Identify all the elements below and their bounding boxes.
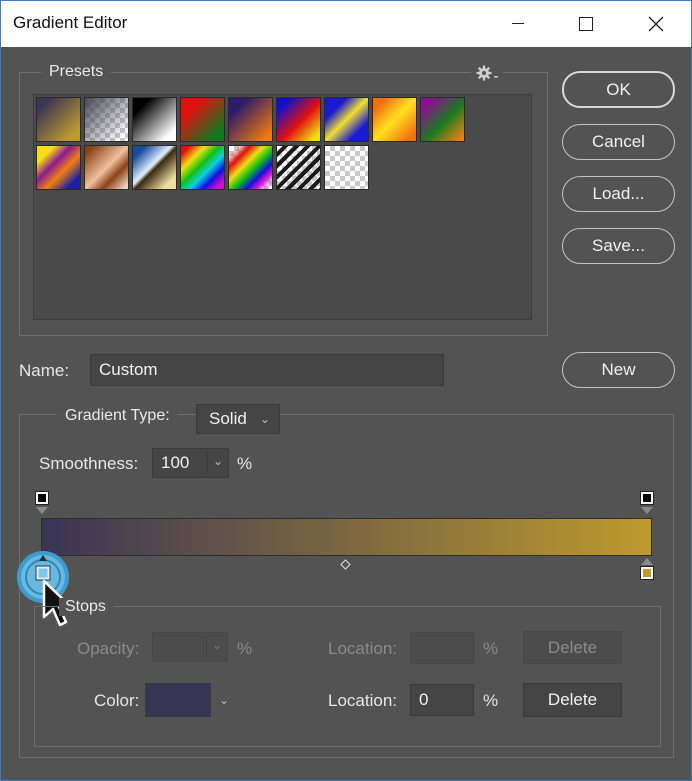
load-button[interactable]: Load... (562, 176, 675, 212)
stops-legend: Stops (59, 598, 114, 616)
smoothness-value: 100 (161, 453, 190, 472)
preset-violet-orange[interactable] (228, 97, 273, 142)
preset-chrome[interactable] (132, 145, 177, 190)
opacity-location-label: Location: (328, 639, 397, 658)
color-swatch-button[interactable] (145, 683, 211, 717)
opacity-location-percent: % (483, 639, 499, 658)
gradient-type-label: Gradient Type: (57, 407, 178, 425)
diamond-icon (340, 559, 351, 570)
preset-blue-red-yellow[interactable] (276, 97, 321, 142)
preset-black-white[interactable] (132, 97, 177, 142)
new-button[interactable]: New (562, 352, 675, 388)
preset-red-green[interactable] (180, 97, 225, 142)
preset-spectrum[interactable] (180, 145, 225, 190)
gradient-type-value: Solid (209, 409, 247, 428)
minimize-button[interactable] (495, 1, 541, 47)
color-delete-button[interactable]: Delete (523, 683, 622, 717)
save-button[interactable]: Save... (562, 228, 675, 264)
title-bar: Gradient Editor (1, 1, 691, 47)
preset-transparent-stripes[interactable] (276, 145, 321, 190)
preset-transparent[interactable] (324, 145, 369, 190)
smoothness-chevron-icon[interactable]: ⌄ (213, 454, 223, 468)
presets-grid (33, 94, 532, 320)
opacity-percent: % (237, 639, 253, 658)
preset-foreground-to-background[interactable] (36, 97, 81, 142)
opacity-stop-icon (640, 491, 654, 514)
stops-panel (34, 606, 661, 747)
preset-violet-green-orange[interactable] (420, 97, 465, 142)
presets-menu-button[interactable] (471, 63, 503, 83)
minimize-icon (512, 22, 524, 24)
color-location-label: Location: (328, 691, 397, 710)
smoothness-input[interactable]: 100 ⌄ (152, 448, 229, 478)
smoothness-label: Smoothness: (39, 454, 139, 473)
opacity-location-input[interactable] (410, 632, 474, 664)
color-chevron-down-icon[interactable]: ⌄ (219, 693, 229, 707)
name-label: Name: (19, 361, 70, 380)
name-input[interactable]: Custom (90, 354, 444, 386)
preset-foreground-to-transparent[interactable] (84, 97, 129, 142)
gradient-type-select[interactable]: Solid ⌄ (196, 404, 280, 434)
opacity-input[interactable]: ⌄ (152, 632, 228, 662)
midpoint-diamond[interactable] (340, 557, 351, 575)
opacity-chevron-icon[interactable]: ⌄ (212, 638, 222, 652)
chevron-down-icon: ⌄ (259, 412, 270, 426)
window-title: Gradient Editor (13, 13, 128, 32)
color-stop-icon (640, 558, 654, 580)
gradient-bar[interactable] (41, 518, 652, 556)
maximize-icon (579, 17, 593, 31)
opacity-label: Opacity: (77, 639, 140, 658)
preset-orange-yellow-orange[interactable] (372, 97, 417, 142)
color-location-input[interactable]: 0 (410, 684, 474, 716)
smoothness-percent: % (237, 454, 253, 473)
cancel-button[interactable]: Cancel (562, 124, 675, 160)
preset-transparent-rainbow[interactable] (228, 145, 273, 190)
preset-blue-yellow-blue[interactable] (324, 97, 369, 142)
color-label: Color: (94, 691, 140, 710)
close-icon (648, 16, 664, 32)
gear-icon (476, 65, 498, 81)
close-button[interactable] (633, 1, 679, 47)
presets-legend: Presets (41, 63, 112, 81)
color-stop-right[interactable] (640, 558, 654, 587)
color-location-percent: % (483, 691, 499, 710)
ok-button[interactable]: OK (562, 71, 675, 108)
preset-yellow-violet-orange-blue[interactable] (36, 145, 81, 190)
preset-copper[interactable] (84, 145, 129, 190)
gradient-editor-window: Gradient Editor Presets OK Cancel Load..… (0, 0, 692, 781)
opacity-stop-icon (35, 491, 49, 514)
opacity-delete-button[interactable]: Delete (523, 631, 622, 664)
maximize-button[interactable] (563, 1, 609, 47)
